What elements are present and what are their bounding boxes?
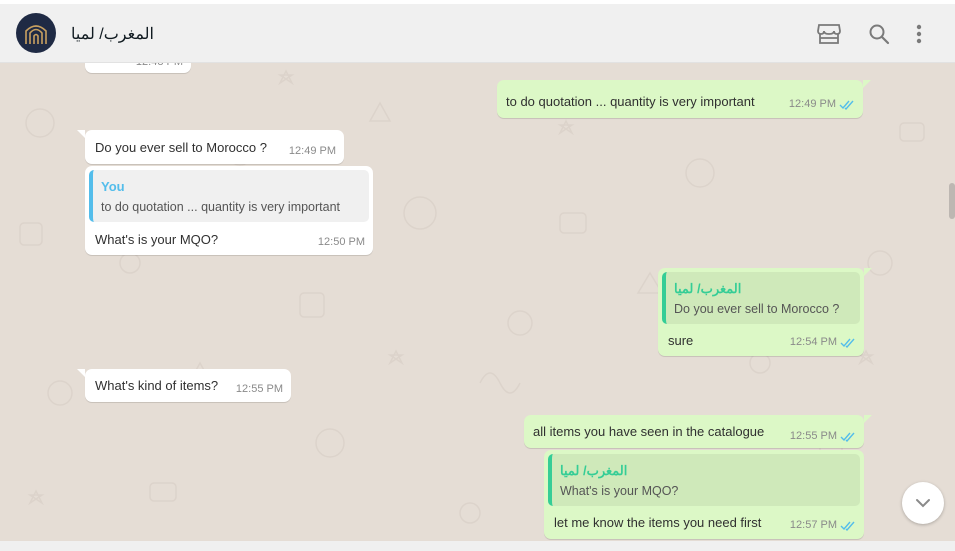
- message-text: to do quotation ... quantity is very imp…: [506, 94, 755, 109]
- bubble-tail: [863, 80, 871, 88]
- message-bubble-outgoing[interactable]: to do quotation ... quantity is very imp…: [497, 80, 871, 118]
- quoted-text: Do you ever sell to Morocco ?: [674, 302, 840, 316]
- quoted-text: to do quotation ... quantity is very imp…: [101, 200, 341, 214]
- message-text: Do you ever sell to Morocco ?: [95, 140, 267, 155]
- quoted-message[interactable]: المغرب/ لميا What's is your MQO?: [548, 454, 860, 506]
- message-bubble-incoming[interactable]: Do you ever sell to Morocco ? 12:49 PM: [77, 130, 344, 164]
- message-time: 12:49 PM: [788, 98, 836, 110]
- whatsapp-chat-window: المغرب/ لميا to do quotation ... quantit…: [0, 0, 955, 551]
- avatar[interactable]: [16, 13, 56, 53]
- quoted-author: المغرب/ لميا: [674, 281, 742, 296]
- search-icon: [869, 24, 890, 45]
- quoted-author: You: [101, 179, 125, 194]
- message-meta: 12:55 PM: [790, 428, 856, 445]
- quoted-text: What's is your MQO?: [560, 484, 679, 498]
- catalog-button[interactable]: [815, 20, 843, 48]
- quoted-author: المغرب/ لميا: [560, 463, 628, 478]
- menu-dots-icon: [916, 24, 922, 44]
- double-check-icon: [840, 521, 855, 531]
- message-text: What's is your MQO?: [95, 232, 219, 247]
- message-meta: 12:57 PM: [790, 517, 856, 534]
- message-time: 12:54 PM: [789, 336, 837, 348]
- message-time: 12:55 PM: [789, 430, 837, 442]
- message-text: What's kind of items?: [95, 378, 219, 393]
- message-time: 12:49 PM: [288, 145, 336, 157]
- search-button[interactable]: [865, 20, 893, 48]
- message-bubble-outgoing-reply[interactable]: المغرب/ لميا Do you ever sell to Morocco…: [658, 268, 872, 356]
- contact-name[interactable]: المغرب/ لميا: [71, 24, 154, 44]
- message-time: 12:57 PM: [789, 519, 837, 531]
- message-text: sure: [668, 333, 694, 348]
- double-check-icon: [840, 432, 855, 442]
- double-check-icon: [840, 338, 855, 348]
- double-check-icon: [839, 100, 854, 110]
- arch-logo-icon: [25, 25, 47, 44]
- message-bubble-outgoing[interactable]: all items you have seen in the catalogue…: [524, 415, 872, 448]
- bubble-tail: [864, 415, 872, 423]
- bubble-tail: [77, 130, 85, 138]
- quoted-message[interactable]: You to do quotation ... quantity is very…: [89, 170, 369, 222]
- bubble-tail: [77, 369, 85, 377]
- message-time: 12:50 PM: [317, 236, 365, 248]
- message-text: all items you have seen in the catalogue: [533, 424, 765, 439]
- quoted-message[interactable]: المغرب/ لميا Do you ever sell to Morocco…: [662, 272, 860, 324]
- message-time: 12:48 PM: [136, 63, 183, 71]
- message-bubble-incoming[interactable]: What's kind of items? 12:55 PM: [77, 369, 291, 402]
- message-meta: 12:49 PM: [789, 96, 855, 113]
- scrollbar[interactable]: [949, 183, 955, 219]
- message-bubble-incoming[interactable]: 12:48 PM: [85, 63, 191, 73]
- message-meta: 12:54 PM: [790, 334, 856, 351]
- chevron-down-icon: [916, 499, 930, 508]
- message-bubble-incoming-reply[interactable]: You to do quotation ... quantity is very…: [85, 166, 373, 255]
- menu-button[interactable]: [905, 20, 933, 48]
- bubble-tail: [864, 268, 872, 276]
- message-text: let me know the items you need first: [554, 515, 762, 530]
- composer-strip: [0, 541, 955, 551]
- message-time: 12:55 PM: [235, 383, 283, 395]
- message-bubble-outgoing-reply[interactable]: المغرب/ لميا What's is your MQO? let me …: [544, 450, 864, 539]
- catalog-icon: [817, 24, 841, 44]
- chat-header: المغرب/ لميا: [0, 4, 955, 63]
- scroll-to-bottom-button[interactable]: [902, 482, 944, 524]
- message-list[interactable]: 12:48 PM to do quotation ... quantity is…: [0, 63, 955, 541]
